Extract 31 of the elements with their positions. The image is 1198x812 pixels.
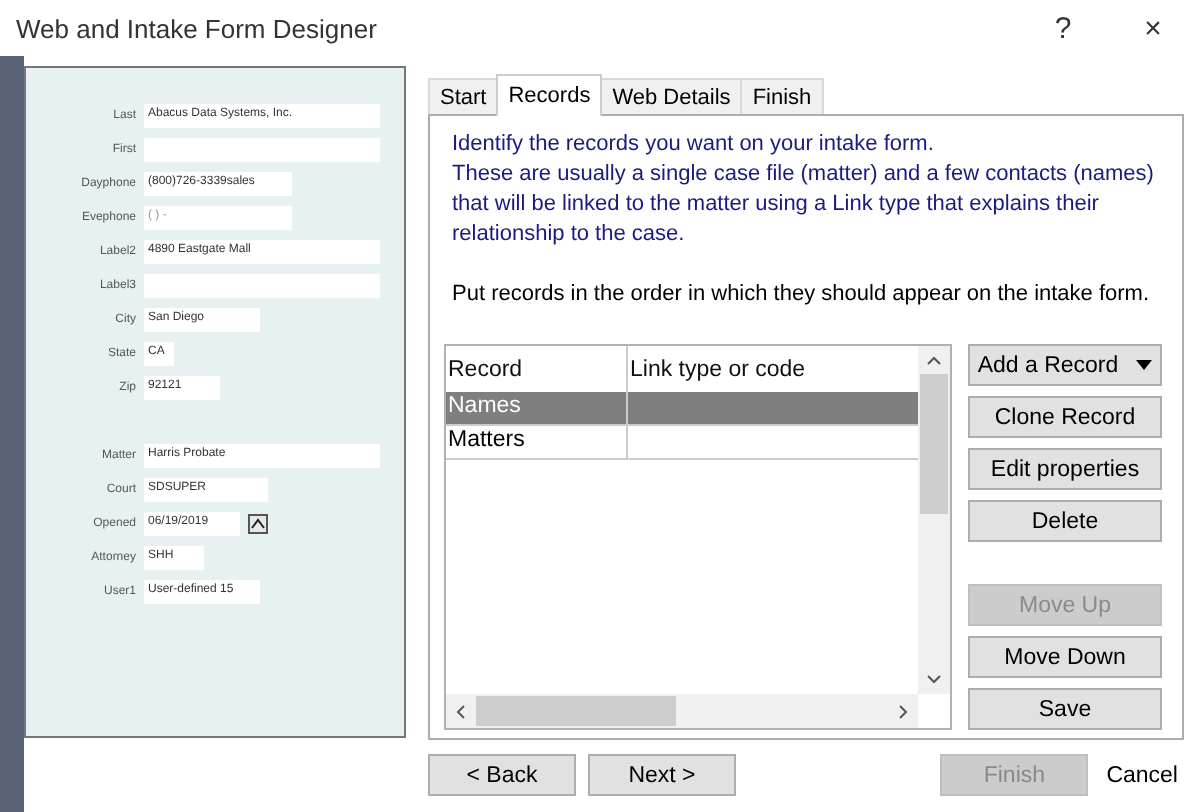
button[interactable]: Edit properties bbox=[968, 448, 1162, 490]
horizontal-scrollbar[interactable] bbox=[446, 694, 918, 728]
dropdown-caret-icon[interactable] bbox=[1136, 360, 1153, 370]
tab[interactable]: Start bbox=[428, 78, 499, 114]
caret-up-icon[interactable] bbox=[248, 513, 268, 533]
scroll-down-icon[interactable] bbox=[926, 674, 942, 684]
instruction-text: Identify the records you want on your intake form. These are usually a single case file (matter) and a few contacts (names) that will be linked to the matter using a Link type that explains their relationship to the case. bbox=[452, 130, 1156, 250]
close-button[interactable]: × bbox=[1108, 0, 1198, 56]
window-title: Web and Intake Form Designer bbox=[16, 13, 377, 43]
help-button[interactable]: ? bbox=[1018, 0, 1108, 56]
button[interactable]: Clone Record bbox=[968, 396, 1162, 438]
vertical-scrollbar[interactable] bbox=[918, 346, 950, 694]
button[interactable]: Next > bbox=[588, 754, 736, 796]
cancel-link[interactable]: Cancel bbox=[1100, 763, 1184, 787]
button[interactable]: Add a Record bbox=[968, 344, 1162, 386]
scroll-left-icon[interactable] bbox=[456, 703, 466, 719]
button[interactable]: Save bbox=[968, 688, 1162, 730]
tab[interactable]: Finish bbox=[740, 78, 824, 114]
column-header: Link type or code bbox=[628, 356, 808, 386]
table-cell: Names bbox=[446, 392, 628, 424]
tab[interactable]: Records bbox=[496, 74, 603, 116]
button[interactable]: < Back bbox=[428, 754, 576, 796]
button[interactable]: Delete bbox=[968, 500, 1162, 542]
instruction-text: Put records in the order in which they should appear on the intake form. bbox=[452, 280, 1152, 310]
table-row[interactable]: Matters bbox=[446, 426, 918, 460]
button[interactable]: Move Down bbox=[968, 636, 1162, 678]
scroll-right-icon[interactable] bbox=[898, 703, 908, 719]
table-row[interactable]: Names bbox=[446, 392, 918, 426]
table-cell: Matters bbox=[446, 426, 628, 458]
scroll-up-icon[interactable] bbox=[926, 356, 942, 366]
tab[interactable]: Web Details bbox=[600, 78, 743, 114]
